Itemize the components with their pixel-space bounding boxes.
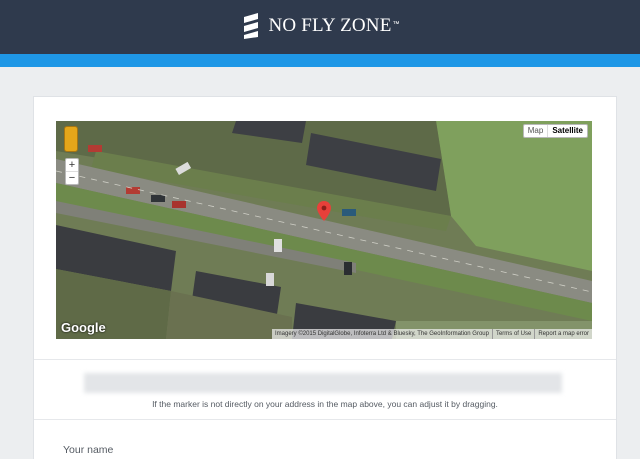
no-fly-zone-logo-icon xyxy=(244,13,259,39)
map-marker-icon[interactable] xyxy=(317,201,331,221)
satellite-map[interactable]: + − Map Satellite Google Imagery ©2015 D… xyxy=(56,121,592,339)
report-map-error-link[interactable]: Report a map error xyxy=(534,329,592,339)
brand-name: NO FLY ZONE xyxy=(268,15,392,36)
marker-hint-text: If the marker is not directly on your ad… xyxy=(152,399,498,409)
your-name-label: Your name xyxy=(63,444,114,456)
zoom-control: + − xyxy=(65,158,79,185)
map-type-map-button[interactable]: Map xyxy=(524,125,548,137)
google-logo: Google xyxy=(61,320,106,335)
accent-stripe xyxy=(0,54,640,67)
divider xyxy=(34,419,616,420)
address-display-redacted xyxy=(84,373,562,393)
trademark-symbol: ™ xyxy=(392,20,400,28)
map-type-satellite-button[interactable]: Satellite xyxy=(547,125,587,137)
satellite-imagery xyxy=(56,121,592,339)
zoom-in-button[interactable]: + xyxy=(66,159,78,172)
terms-of-use-link[interactable]: Terms of Use xyxy=(491,329,534,339)
brand-logo[interactable]: NO FLY ZONE ™ xyxy=(0,12,640,40)
map-type-control: Map Satellite xyxy=(522,124,588,138)
map-attribution-bar: Imagery ©2015 DigitalGlobe, Infoterra Lt… xyxy=(271,329,592,339)
pegman-icon[interactable] xyxy=(64,126,78,152)
zoom-out-button[interactable]: − xyxy=(66,172,78,184)
address-card: + − Map Satellite Google Imagery ©2015 D… xyxy=(33,96,617,459)
imagery-attribution: Imagery ©2015 DigitalGlobe, Infoterra Lt… xyxy=(274,331,489,337)
divider xyxy=(34,359,616,360)
